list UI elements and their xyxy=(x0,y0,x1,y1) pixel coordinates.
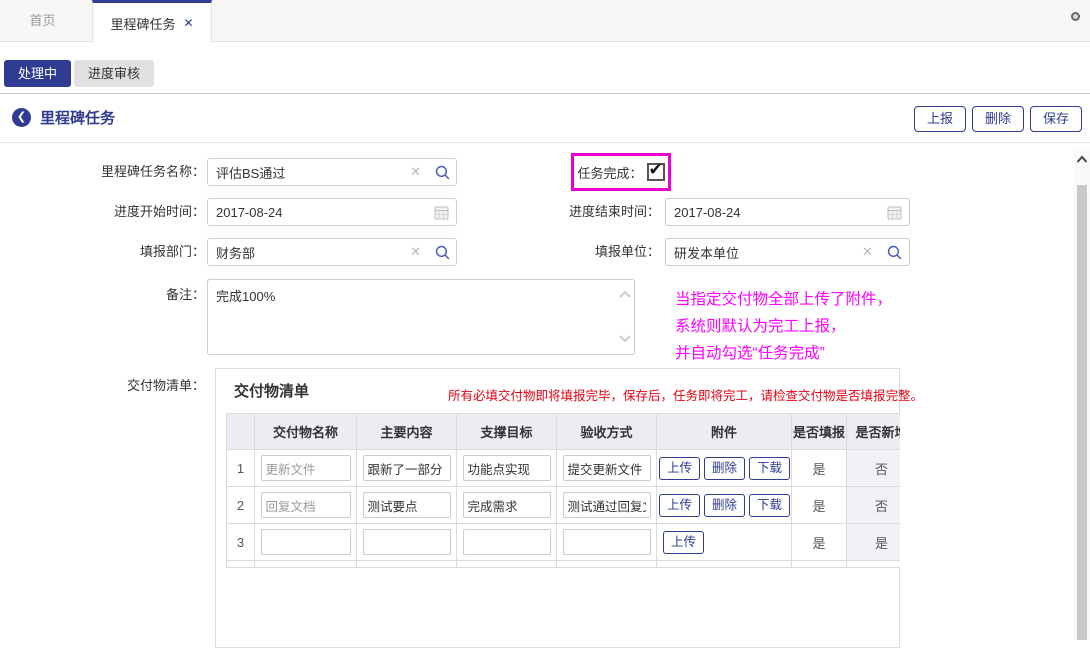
upload-button[interactable]: 上传 xyxy=(659,457,700,480)
page-header: ❮ 里程碑任务 上报 删除 保存 xyxy=(0,95,1090,143)
tab-label: 里程碑任务 xyxy=(110,14,175,33)
tab-milestone-task[interactable]: 里程碑任务 ✕ xyxy=(92,0,212,43)
unit-search-icon[interactable] xyxy=(886,238,903,266)
department-search-icon[interactable] xyxy=(434,238,451,266)
row-number: 3 xyxy=(227,524,255,561)
back-icon[interactable]: ❮ xyxy=(12,108,31,127)
col-rownum xyxy=(227,414,255,450)
unit-label: 填报单位： xyxy=(520,238,660,266)
deliverable-name-input[interactable] xyxy=(261,455,351,481)
task-done-checkbox[interactable]: ✔ xyxy=(647,163,665,181)
unit-input[interactable] xyxy=(665,238,910,266)
remark-textarea[interactable]: 完成100% xyxy=(207,279,635,355)
col-name: 交付物名称 xyxy=(255,414,357,450)
start-date-label: 进度开始时间： xyxy=(0,198,205,226)
department-label: 填报部门： xyxy=(0,238,205,266)
support-target-input[interactable] xyxy=(463,529,551,555)
deliverables-label: 交付物清单： xyxy=(0,372,205,400)
support-target-input[interactable] xyxy=(463,455,551,481)
deliverables-table-wrap: 交付物名称 主要内容 支撑目标 验收方式 附件 是否填报 是否新增 1 xyxy=(226,413,900,618)
tab-home[interactable]: 首页 xyxy=(0,0,85,42)
filled-value: 是 xyxy=(792,524,847,561)
vertical-scrollbar[interactable] xyxy=(1074,148,1090,640)
status-row: 处理中 进度审核 xyxy=(0,43,1090,94)
col-attachment: 附件 xyxy=(657,414,792,450)
deliverables-warning: 所有必填交付物即将填报完毕，保存后，任务即将完工，请检查交付物是否填报完整。 xyxy=(448,385,923,404)
end-date-label: 进度结束时间： xyxy=(520,198,660,226)
scrollbar-up-icon[interactable] xyxy=(1074,148,1090,170)
remove-button[interactable]: 删除 xyxy=(704,494,745,517)
main-content-input[interactable] xyxy=(363,455,451,481)
check-icon: ✔ xyxy=(649,160,663,180)
acceptance-input[interactable] xyxy=(563,529,651,555)
deliverables-table: 交付物名称 主要内容 支撑目标 验收方式 附件 是否填报 是否新增 1 xyxy=(226,413,900,568)
table-row: 1 上传删除下载 是 否 xyxy=(227,450,901,487)
save-button[interactable]: 保存 xyxy=(1030,106,1082,132)
department-clear-icon[interactable]: ✕ xyxy=(410,238,421,266)
delete-button[interactable]: 删除 xyxy=(972,106,1024,132)
remark-scroll-down-icon[interactable] xyxy=(618,332,632,347)
table-row-stub xyxy=(227,561,901,568)
col-filled: 是否填报 xyxy=(792,414,847,450)
tab-close-icon[interactable]: ✕ xyxy=(183,16,193,30)
deliverable-name-input[interactable] xyxy=(261,492,351,518)
task-name-search-icon[interactable] xyxy=(434,158,451,186)
is-new-value: 否 xyxy=(847,450,901,487)
remark-scroll-up-icon[interactable] xyxy=(618,287,632,302)
status-processing-button[interactable]: 处理中 xyxy=(4,60,71,87)
report-button[interactable]: 上报 xyxy=(914,106,966,132)
remark-label: 备注： xyxy=(0,281,205,309)
upload-button[interactable]: 上传 xyxy=(663,531,704,554)
is-new-value: 是 xyxy=(847,524,901,561)
tab-bar: 首页 里程碑任务 ✕ xyxy=(0,0,1090,42)
download-button[interactable]: 下载 xyxy=(749,457,790,480)
table-row: 2 上传删除下载 是 否 xyxy=(227,487,901,524)
start-date-input[interactable] xyxy=(207,198,457,226)
annotation-line-1: 当指定交付物全部上传了附件， xyxy=(675,286,892,313)
task-name-label: 里程碑任务名称： xyxy=(0,158,205,186)
task-done-highlight-box: 任务完成： ✔ xyxy=(571,153,671,191)
deliverable-name-input[interactable] xyxy=(261,529,351,555)
status-review-button[interactable]: 进度审核 xyxy=(74,60,154,87)
filled-value: 是 xyxy=(792,450,847,487)
download-button[interactable]: 下载 xyxy=(749,494,790,517)
remove-button[interactable]: 删除 xyxy=(704,457,745,480)
acceptance-input[interactable] xyxy=(563,455,651,481)
scrollbar-thumb[interactable] xyxy=(1077,185,1087,640)
annotation-line-3: 并自动勾选“任务完成” xyxy=(675,340,892,367)
table-row: 3 上传 是 是 xyxy=(227,524,901,561)
annotation-line-2: 系统则默认为完工上报， xyxy=(675,313,892,340)
acceptance-input[interactable] xyxy=(563,492,651,518)
upload-button[interactable]: 上传 xyxy=(659,494,700,517)
header-actions: 上报 删除 保存 xyxy=(914,106,1082,132)
col-target: 支撑目标 xyxy=(457,414,557,450)
support-target-input[interactable] xyxy=(463,492,551,518)
is-new-value: 否 xyxy=(847,487,901,524)
annotation-note: 当指定交付物全部上传了附件， 系统则默认为完工上报， 并自动勾选“任务完成” xyxy=(675,286,892,367)
col-content: 主要内容 xyxy=(357,414,457,450)
end-date-calendar-icon[interactable] xyxy=(887,198,902,226)
deliverables-title: 交付物清单 xyxy=(234,380,309,401)
end-date-input[interactable] xyxy=(665,198,910,226)
filled-value: 是 xyxy=(792,487,847,524)
col-acceptance: 验收方式 xyxy=(557,414,657,450)
row-number: 2 xyxy=(227,487,255,524)
main-content-input[interactable] xyxy=(363,492,451,518)
unit-clear-icon[interactable]: ✕ xyxy=(862,238,873,266)
row-number: 1 xyxy=(227,450,255,487)
page-title: 里程碑任务 xyxy=(40,107,115,128)
deliverables-panel: 交付物清单 所有必填交付物即将填报完毕，保存后，任务即将完工，请检查交付物是否填… xyxy=(215,368,900,648)
table-header-row: 交付物名称 主要内容 支撑目标 验收方式 附件 是否填报 是否新增 xyxy=(227,414,901,450)
task-done-label: 任务完成： xyxy=(577,163,642,182)
tab-options-icon[interactable] xyxy=(1071,12,1080,21)
main-content-input[interactable] xyxy=(363,529,451,555)
col-is-new: 是否新增 xyxy=(847,414,901,450)
task-name-clear-icon[interactable]: ✕ xyxy=(410,158,421,186)
start-date-calendar-icon[interactable] xyxy=(434,198,449,226)
